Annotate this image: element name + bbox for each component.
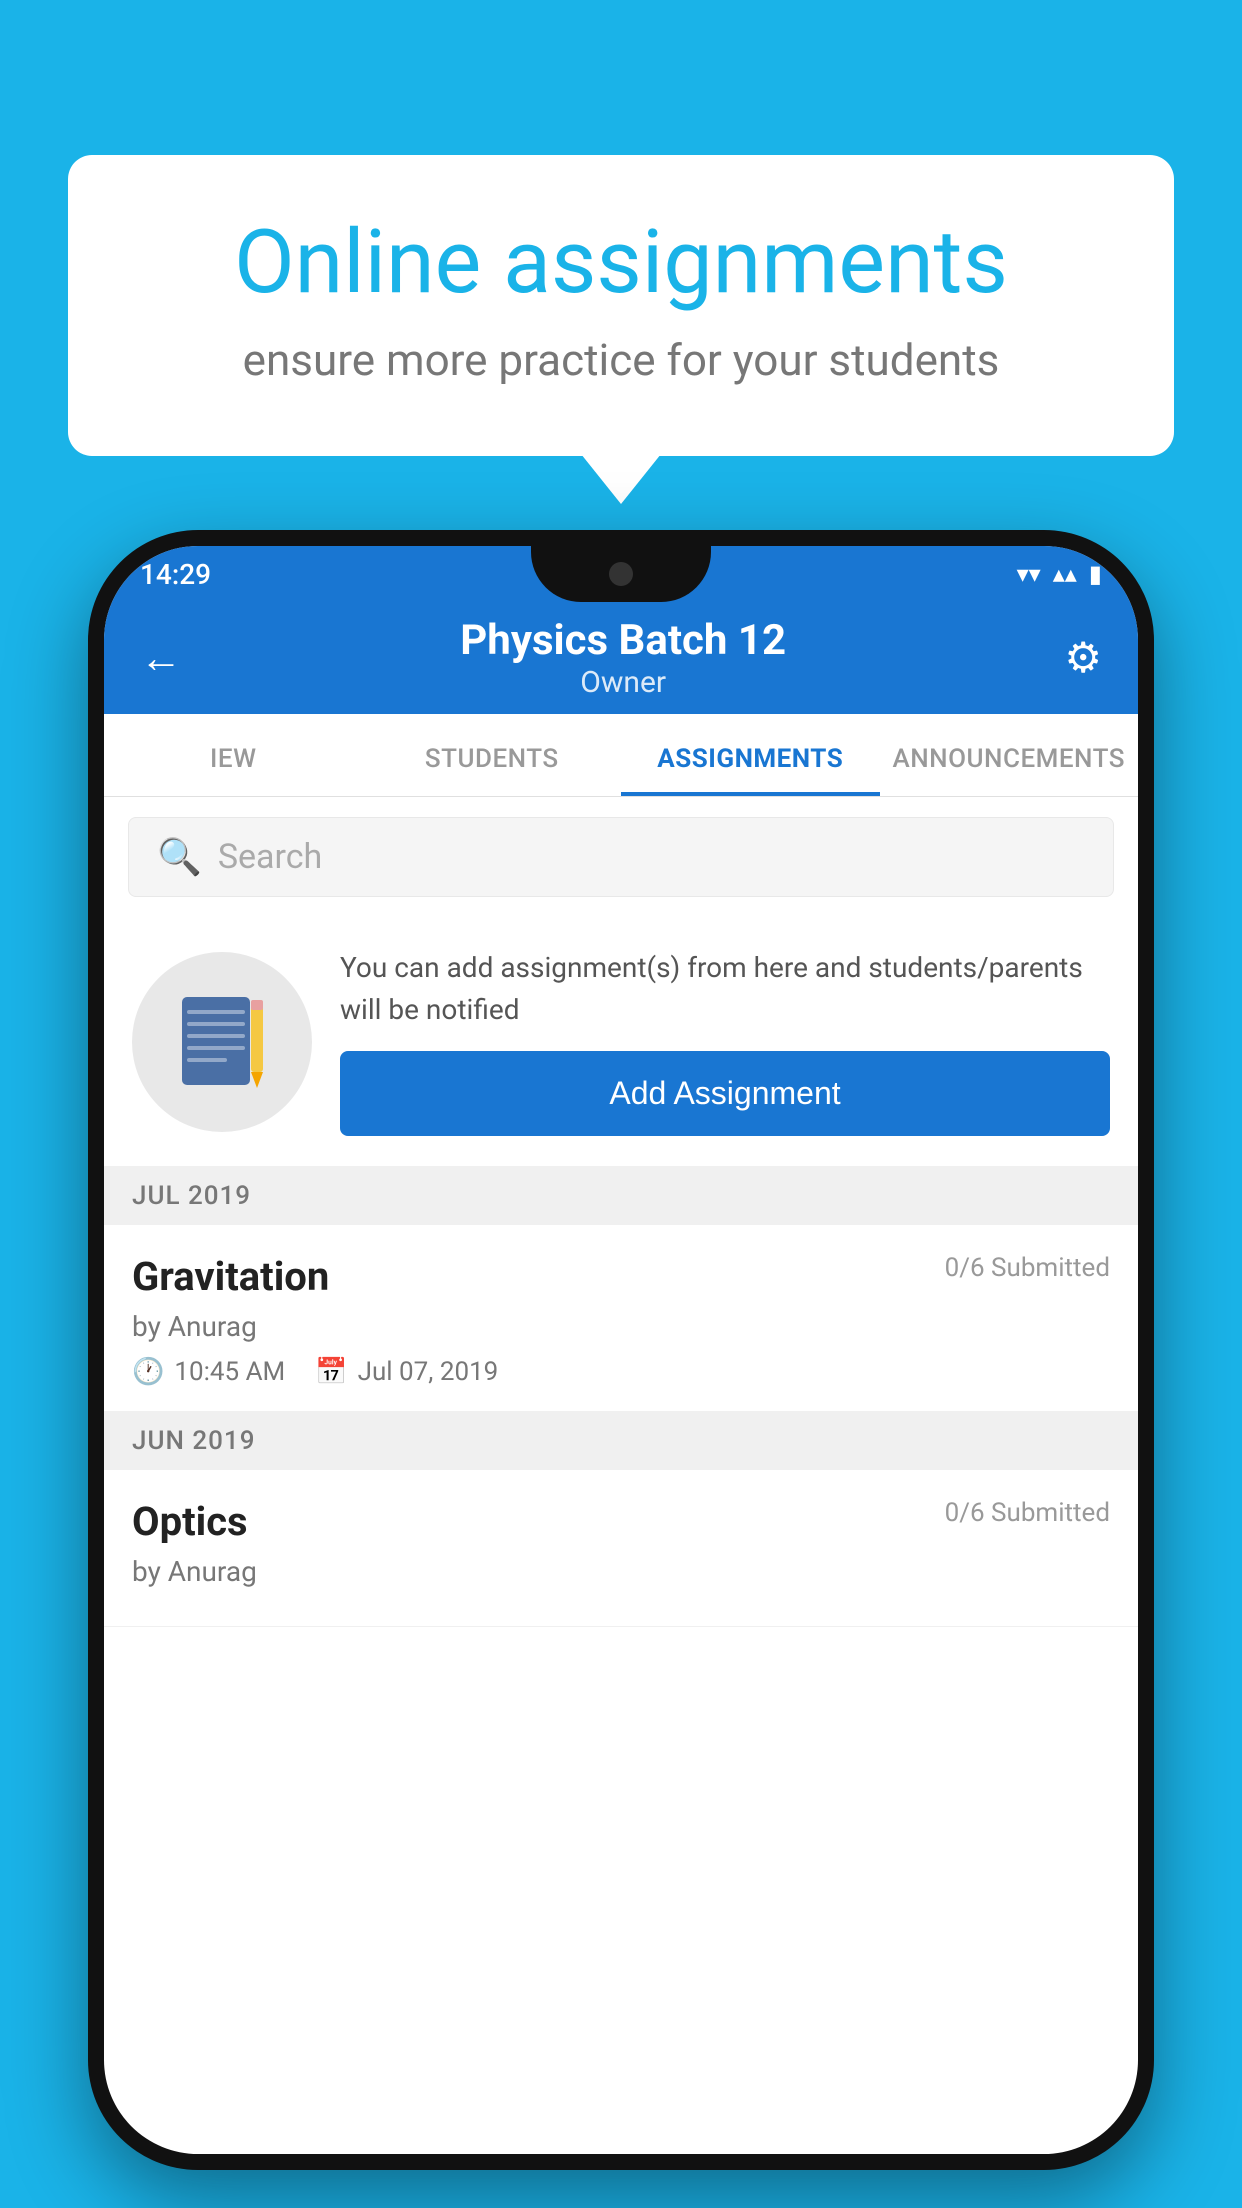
assignment-item-gravitation[interactable]: Gravitation 0/6 Submitted by Anurag 🕐 10… — [104, 1225, 1138, 1412]
assignment-submitted: 0/6 Submitted — [945, 1253, 1110, 1283]
status-time: 14:29 — [140, 558, 211, 591]
speech-bubble-container: Online assignments ensure more practice … — [68, 155, 1174, 456]
search-icon: 🔍 — [157, 836, 202, 878]
status-icons: ▾▾ ▴▴ ▮ — [1017, 560, 1102, 588]
section-header-jul: JUL 2019 — [104, 1167, 1138, 1225]
camera — [609, 562, 633, 586]
optics-submitted: 0/6 Submitted — [945, 1498, 1110, 1528]
tabs-container: IEW STUDENTS ASSIGNMENTS ANNOUNCEMENTS — [104, 714, 1138, 797]
add-assignment-button[interactable]: Add Assignment — [340, 1051, 1110, 1136]
speech-bubble: Online assignments ensure more practice … — [68, 155, 1174, 456]
section-header-jun: JUN 2019 — [104, 1412, 1138, 1470]
tab-announcements[interactable]: ANNOUNCEMENTS — [880, 714, 1139, 796]
back-button[interactable]: ← — [140, 634, 182, 683]
promo-text-area: You can add assignment(s) from here and … — [340, 947, 1110, 1136]
speech-bubble-subtitle: ensure more practice for your students — [148, 334, 1094, 386]
assignment-item-optics[interactable]: Optics 0/6 Submitted by Anurag — [104, 1470, 1138, 1627]
header-center: Physics Batch 12 Owner — [460, 616, 786, 700]
search-placeholder: Search — [218, 837, 322, 877]
clock-icon: 🕐 — [132, 1357, 164, 1387]
assignment-top: Gravitation 0/6 Submitted — [132, 1253, 1110, 1300]
wifi-icon: ▾▾ — [1017, 560, 1041, 588]
batch-title: Physics Batch 12 — [460, 616, 786, 665]
assignment-title: Gravitation — [132, 1253, 329, 1300]
notch — [531, 546, 711, 602]
app-header: ← Physics Batch 12 Owner ⚙ — [104, 602, 1138, 714]
screen-body: 🔍 Search — [104, 797, 1138, 2147]
meta-time: 🕐 10:45 AM — [132, 1357, 285, 1387]
batch-subtitle: Owner — [460, 665, 786, 700]
optics-author: by Anurag — [132, 1555, 1110, 1588]
assignment-author: by Anurag — [132, 1310, 1110, 1343]
battery-icon: ▮ — [1089, 560, 1102, 588]
tab-students[interactable]: STUDENTS — [363, 714, 622, 796]
calendar-icon: 📅 — [315, 1357, 347, 1387]
speech-bubble-title: Online assignments — [148, 215, 1094, 312]
promo-section: You can add assignment(s) from here and … — [104, 917, 1138, 1167]
meta-date: 📅 Jul 07, 2019 — [315, 1357, 498, 1387]
tab-assignments[interactable]: ASSIGNMENTS — [621, 714, 880, 796]
promo-description: You can add assignment(s) from here and … — [340, 947, 1110, 1031]
tab-view[interactable]: IEW — [104, 714, 363, 796]
notebook-svg — [177, 992, 267, 1092]
meta-time-value: 10:45 AM — [174, 1357, 285, 1387]
signal-icon: ▴▴ — [1053, 560, 1077, 588]
phone-inner: 14:29 ▾▾ ▴▴ ▮ ← Physics Batch 12 Owner ⚙… — [104, 546, 1138, 2154]
assignment-meta: 🕐 10:45 AM 📅 Jul 07, 2019 — [132, 1357, 1110, 1387]
settings-icon[interactable]: ⚙ — [1064, 633, 1102, 683]
assignment-top-optics: Optics 0/6 Submitted — [132, 1498, 1110, 1545]
search-bar-container: 🔍 Search — [104, 797, 1138, 917]
search-bar[interactable]: 🔍 Search — [128, 817, 1114, 897]
meta-date-value: Jul 07, 2019 — [358, 1357, 499, 1387]
phone-frame: 14:29 ▾▾ ▴▴ ▮ ← Physics Batch 12 Owner ⚙… — [88, 530, 1154, 2170]
optics-title: Optics — [132, 1498, 248, 1545]
promo-icon-circle — [132, 952, 312, 1132]
